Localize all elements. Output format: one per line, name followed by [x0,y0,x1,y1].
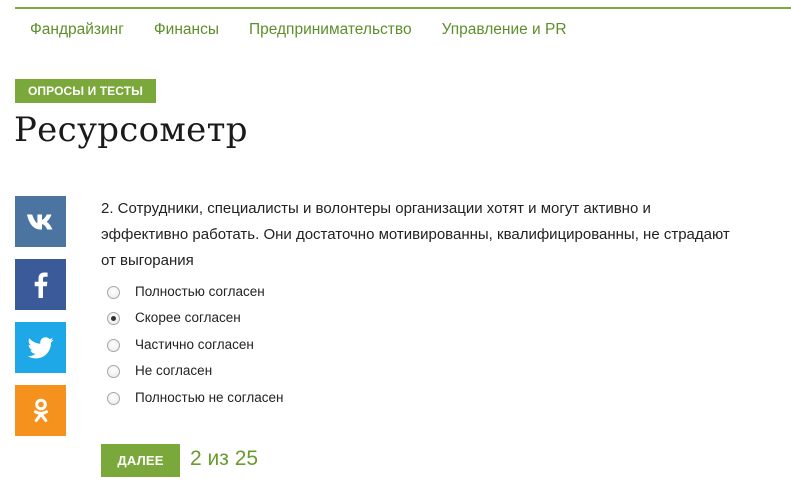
nav-item-entrepreneurship[interactable]: Предпринимательство [234,18,427,42]
share-facebook-button[interactable] [15,259,66,310]
twitter-icon [27,336,54,358]
nav-item-finance[interactable]: Финансы [139,18,234,42]
page-title: Ресурсометр [14,110,248,150]
question-progress: 2 из 25 [190,447,259,470]
next-button[interactable]: ДАЛЕЕ [101,444,180,477]
share-odnoklassniki-button[interactable] [15,385,66,436]
option-rather-agree[interactable]: Скорее согласен [107,309,241,327]
odnoklassniki-icon [33,398,48,422]
option-disagree[interactable]: Не согласен [107,362,212,380]
option-fully-disagree[interactable]: Полностью не согласен [107,389,283,407]
option-label: Частично согласен [135,337,254,352]
category-badge[interactable]: ОПРОСЫ И ТЕСТЫ [15,79,157,103]
radio-button[interactable] [107,391,120,405]
nav-item-fundraising[interactable]: Фандрайзинг [15,18,139,42]
option-label: Полностью не согласен [135,390,284,405]
option-partially-agree[interactable]: Частично согласен [107,336,254,354]
share-twitter-button[interactable] [15,322,66,373]
radio-button[interactable] [107,364,120,378]
radio-button-selected[interactable] [107,311,120,325]
top-navigation: Фандрайзинг Финансы Предпринимательство … [15,18,582,42]
option-label: Не согласен [135,363,213,378]
option-fully-agree[interactable]: Полностью согласен [107,283,265,301]
nav-item-management-pr[interactable]: Управление и PR [427,18,582,42]
radio-button[interactable] [107,338,120,352]
quiz-question: 2. Сотрудники, специалисты и волонтеры о… [101,200,730,269]
vk-icon [26,214,52,229]
option-label: Скорее согласен [135,310,241,325]
option-label: Полностью согласен [135,284,265,299]
radio-button[interactable] [107,285,120,299]
share-vk-button[interactable] [15,196,66,247]
facebook-icon [34,272,48,298]
top-divider [15,7,791,9]
